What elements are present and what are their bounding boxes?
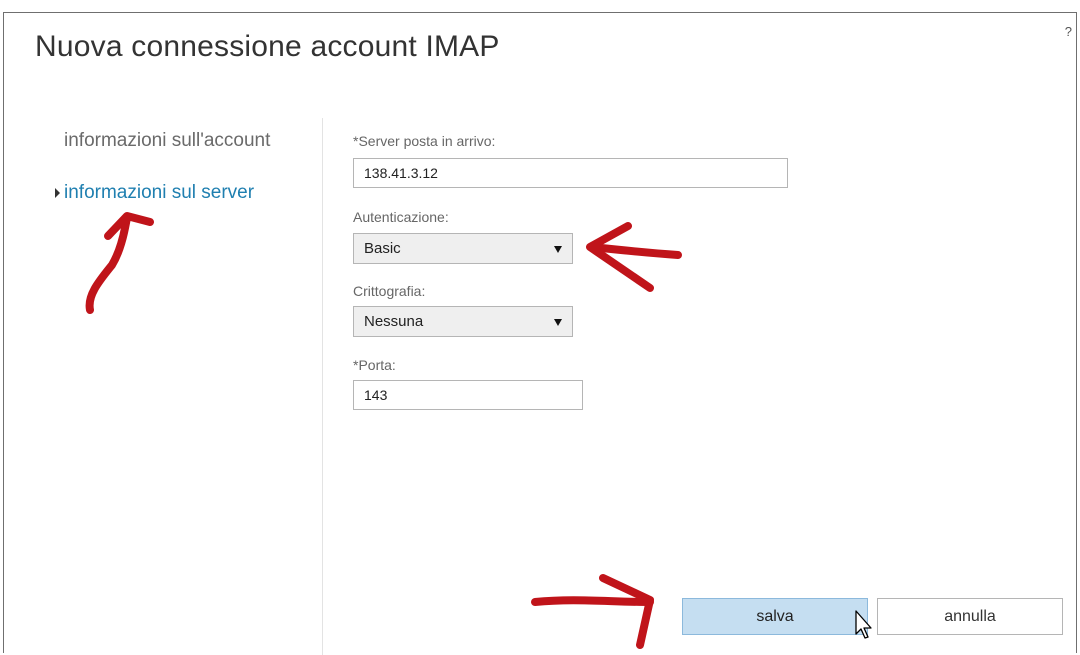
nav-item-account-info[interactable]: informazioni sull'account (64, 130, 270, 152)
incoming-server-input[interactable]: 138.41.3.12 (353, 158, 788, 188)
authentication-selected-value: Basic (364, 240, 401, 257)
dropdown-arrow-icon (554, 246, 562, 253)
save-button[interactable]: salva (682, 598, 868, 635)
help-icon[interactable]: ? (1065, 24, 1072, 39)
caret-right-icon (55, 188, 60, 198)
cancel-button[interactable]: annulla (877, 598, 1063, 635)
panel-divider (322, 118, 323, 655)
port-input[interactable]: 143 (353, 380, 583, 410)
authentication-label: Autenticazione: (353, 209, 449, 225)
dropdown-arrow-icon (554, 319, 562, 326)
incoming-server-label: *Server posta in arrivo: (353, 133, 496, 149)
encryption-select[interactable]: Nessuna (353, 306, 573, 337)
nav-item-server-info[interactable]: informazioni sul server (64, 182, 254, 204)
dialog-title: Nuova connessione account IMAP (35, 30, 500, 63)
encryption-selected-value: Nessuna (364, 313, 424, 330)
encryption-label: Crittografia: (353, 283, 426, 299)
authentication-select[interactable]: Basic (353, 233, 573, 264)
port-label: *Porta: (353, 357, 396, 373)
